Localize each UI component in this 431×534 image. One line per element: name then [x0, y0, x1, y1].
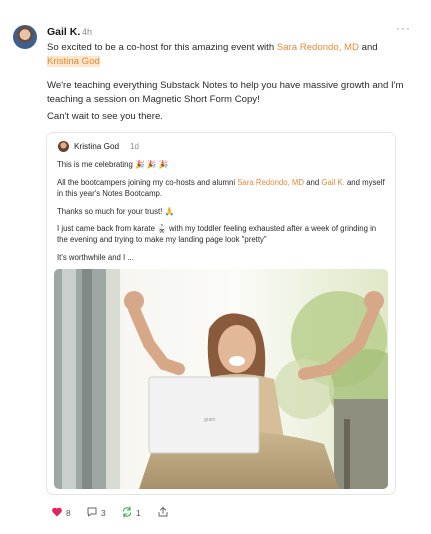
laptop-logo: gram	[204, 417, 215, 423]
quoted-note[interactable]: Kristina God 1d This is me celebrating 🎉…	[46, 132, 396, 495]
restack-icon	[122, 506, 132, 518]
comment-button[interactable]: 3	[86, 505, 112, 521]
heart-icon	[52, 507, 62, 517]
like-button[interactable]: 8	[51, 505, 77, 521]
mention-sara-redondo[interactable]: Sara Redondo, MD	[277, 42, 359, 53]
action-bar: 8 3 1	[51, 505, 181, 521]
quoted-line-5: It's worthwhile and I ...	[57, 253, 134, 262]
post-paragraph-3: Can't wait to see you there.	[47, 111, 163, 122]
comment-icon	[87, 507, 97, 517]
note-post: Gail K. 4h ··· So excited to be a co-hos…	[0, 0, 431, 534]
comment-count: 3	[101, 508, 106, 518]
quoted-line-1: This is me celebrating 🎉 🎉 🎉	[57, 160, 169, 169]
author-name[interactable]: Gail K.	[47, 26, 80, 38]
author-avatar[interactable]	[13, 25, 37, 49]
like-count: 8	[66, 508, 71, 518]
post-paragraph-2: We're teaching everything Substack Notes…	[47, 80, 404, 105]
quoted-line-4: I just came back from karate 🥋 with my t…	[57, 224, 377, 244]
photo-illustration: gram	[54, 269, 388, 489]
text: and	[304, 178, 322, 187]
post-time[interactable]: 4h	[82, 27, 92, 37]
quoted-author-name[interactable]: Kristina God	[74, 142, 119, 151]
quoted-line-2: All the bootcampers joining my co-hosts …	[57, 177, 387, 199]
post-paragraph-1: So excited to be a co-host for this amaz…	[47, 41, 409, 69]
text: So excited to be a co-host for this amaz…	[47, 42, 277, 53]
mention-sara-redondo[interactable]: Sara Redondo, MD	[237, 178, 304, 187]
restack-button[interactable]: 1	[121, 505, 147, 521]
share-button[interactable]	[157, 505, 171, 521]
quoted-line-3: Thanks so much for your trust! 🙏	[57, 207, 175, 216]
quoted-author-avatar[interactable]	[58, 141, 69, 152]
mention-kristina-god[interactable]: Kristina God	[47, 56, 100, 67]
text: All the bootcampers joining my co-hosts …	[57, 178, 238, 187]
more-icon[interactable]: ···	[396, 21, 411, 35]
text: and	[358, 42, 378, 53]
mention-gail-k[interactable]: Gail K.	[321, 178, 344, 187]
quoted-post-time[interactable]: 1d	[130, 142, 139, 151]
share-icon	[158, 507, 168, 517]
celebration-photo[interactable]: gram	[54, 269, 388, 489]
restack-count: 1	[136, 508, 141, 518]
